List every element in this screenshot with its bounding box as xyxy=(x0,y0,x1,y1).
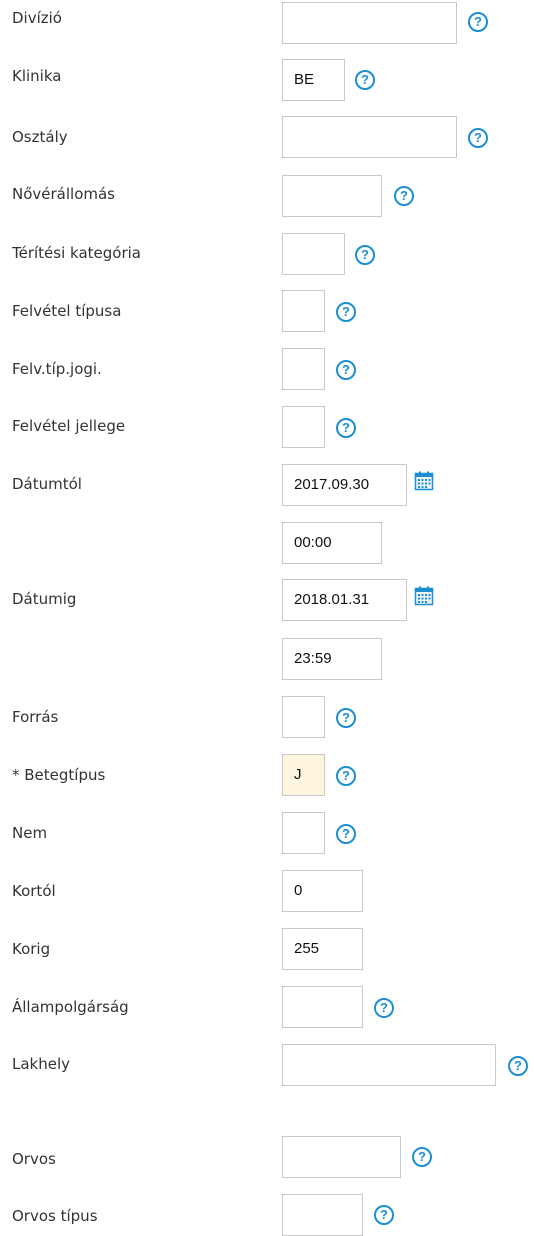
noverallomas-label: Nővérállomás xyxy=(12,185,115,203)
felvetel-jellege-label: Felvétel jellege xyxy=(12,417,126,435)
datumtol-time-input[interactable]: 00:00 xyxy=(282,522,382,564)
allampolgarsag-label: Állampolgárság xyxy=(12,998,129,1016)
calendar-icon[interactable] xyxy=(414,586,434,606)
help-icon[interactable]: ? xyxy=(336,766,356,786)
help-icon[interactable]: ? xyxy=(468,12,488,32)
felv-tip-jogi-input[interactable] xyxy=(282,348,325,390)
klinika-label: Klinika xyxy=(12,67,62,85)
help-icon[interactable]: ? xyxy=(508,1056,528,1076)
noverallomas-input[interactable] xyxy=(282,175,382,217)
help-icon[interactable]: ? xyxy=(336,708,356,728)
help-icon[interactable]: ? xyxy=(336,824,356,844)
felvetel-tipusa-label: Felvétel típusa xyxy=(12,302,122,320)
kortol-label: Kortól xyxy=(12,882,56,900)
datumig-label: Dátumig xyxy=(12,590,77,608)
divizio-label: Divízió xyxy=(12,9,62,27)
kortol-input[interactable]: 0 xyxy=(282,870,363,912)
orvos-tipus-input[interactable] xyxy=(282,1194,363,1236)
osztaly-input[interactable] xyxy=(282,116,457,158)
help-icon[interactable]: ? xyxy=(374,998,394,1018)
teritesi-label: Térítési kategória xyxy=(12,244,141,262)
divizio-input[interactable] xyxy=(282,2,457,44)
betegtipus-input[interactable]: J xyxy=(282,754,325,796)
help-icon[interactable]: ? xyxy=(355,70,375,90)
help-icon[interactable]: ? xyxy=(336,418,356,438)
orvos-tipus-label: Orvos típus xyxy=(12,1207,98,1225)
orvos-input[interactable] xyxy=(282,1136,401,1178)
help-icon[interactable]: ? xyxy=(468,128,488,148)
help-icon[interactable]: ? xyxy=(355,245,375,265)
nem-label: Nem xyxy=(12,824,48,842)
felv-tip-jogi-label: Felv.típ.jogi. xyxy=(12,360,102,378)
orvos-label: Orvos xyxy=(12,1150,56,1168)
lakhely-label: Lakhely xyxy=(12,1055,71,1073)
felvetel-tipusa-input[interactable] xyxy=(282,290,325,332)
datumtol-date-input[interactable]: 2017.09.30 xyxy=(282,464,407,506)
nem-input[interactable] xyxy=(282,812,325,854)
forras-input[interactable] xyxy=(282,696,325,738)
allampolgarsag-input[interactable] xyxy=(282,986,363,1028)
betegtipus-label: * Betegtípus xyxy=(12,766,106,784)
lakhely-input[interactable] xyxy=(282,1044,496,1086)
help-icon[interactable]: ? xyxy=(336,360,356,380)
osztaly-label: Osztály xyxy=(12,128,68,146)
klinika-input[interactable]: BE xyxy=(282,59,345,101)
datumig-time-input[interactable]: 23:59 xyxy=(282,638,382,680)
help-icon[interactable]: ? xyxy=(394,186,414,206)
forras-label: Forrás xyxy=(12,708,59,726)
datumtol-label: Dátumtól xyxy=(12,475,82,493)
calendar-icon[interactable] xyxy=(414,471,434,491)
datumig-date-input[interactable]: 2018.01.31 xyxy=(282,579,407,621)
help-icon[interactable]: ? xyxy=(412,1147,432,1167)
help-icon[interactable]: ? xyxy=(336,302,356,322)
help-icon[interactable]: ? xyxy=(374,1205,394,1225)
teritesi-input[interactable] xyxy=(282,233,345,275)
felvetel-jellege-input[interactable] xyxy=(282,406,325,448)
korig-label: Korig xyxy=(12,940,51,958)
korig-input[interactable]: 255 xyxy=(282,928,363,970)
